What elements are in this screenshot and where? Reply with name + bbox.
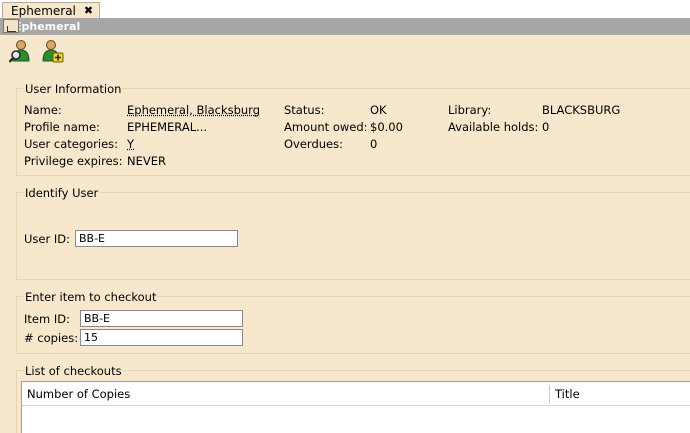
profile-label: Profile name:: [24, 120, 100, 134]
user-id-label: User ID:: [24, 232, 70, 246]
tab-close-icon[interactable]: ✖: [84, 5, 93, 16]
tab-strip: Ephemeral ✖: [0, 0, 690, 18]
window-caption: Ephemeral: [0, 18, 690, 35]
column-header-copies[interactable]: Number of Copies: [22, 382, 130, 406]
amount-owed-label: Amount owed:: [284, 120, 368, 134]
group-title: User Information: [24, 82, 123, 96]
user-search-icon[interactable]: [8, 39, 32, 63]
library-label: Library:: [448, 103, 492, 117]
user-name-link[interactable]: Ephemeral, Blacksburg: [127, 103, 260, 117]
privilege-label: Privilege expires:: [24, 154, 123, 168]
privilege-value: NEVER: [127, 154, 166, 168]
tab-label: Ephemeral: [11, 3, 76, 18]
profile-value: EPHEMERAL...: [127, 120, 208, 134]
table-header: Number of Copies Title: [22, 382, 690, 406]
categories-link[interactable]: Y: [127, 137, 134, 151]
user-add-icon[interactable]: [41, 39, 65, 63]
item-id-input[interactable]: [80, 310, 243, 327]
tab-ephemeral[interactable]: Ephemeral ✖: [2, 2, 101, 18]
window-restore-icon[interactable]: [3, 19, 19, 33]
toolbar: [8, 39, 65, 65]
group-title: Identify User: [24, 186, 100, 200]
available-holds-value: 0: [542, 120, 550, 134]
item-id-label: Item ID:: [24, 312, 70, 326]
overdues-label: Overdues:: [284, 137, 343, 151]
group-title: Enter item to checkout: [24, 290, 158, 304]
overdues-value: 0: [370, 137, 378, 151]
group-title: List of checkouts: [24, 364, 123, 378]
library-value: BLACKSBURG: [542, 103, 621, 117]
name-label: Name:: [24, 103, 62, 117]
checkout-window: Ephemeral ✖ Ephemeral User Information N…: [0, 0, 690, 433]
amount-owed-value: $0.00: [370, 120, 403, 134]
copies-input[interactable]: [80, 329, 243, 346]
column-header-title[interactable]: Title: [550, 382, 580, 406]
status-value: OK: [370, 103, 387, 117]
caption-title: Ephemeral: [14, 20, 81, 33]
copies-label: # copies:: [24, 331, 79, 345]
categories-label: User categories:: [24, 137, 119, 151]
checkouts-table: Number of Copies Title: [21, 381, 690, 433]
status-label: Status:: [284, 103, 325, 117]
available-holds-label: Available holds:: [448, 120, 539, 134]
user-id-input[interactable]: [75, 230, 238, 247]
